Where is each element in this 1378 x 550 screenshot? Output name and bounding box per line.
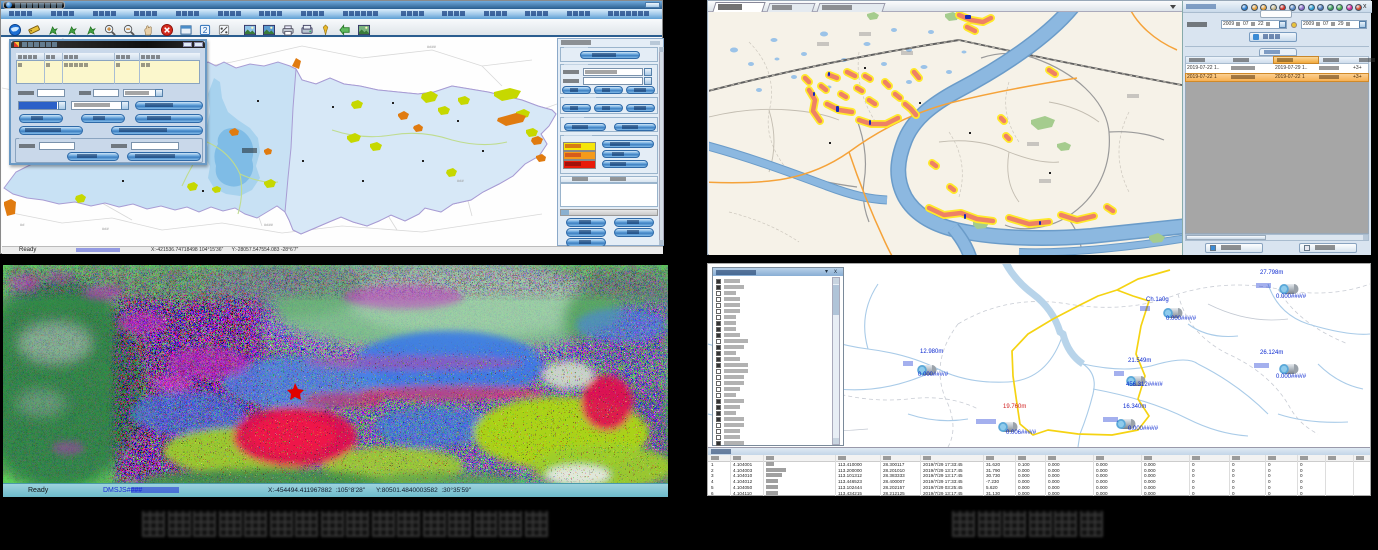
svg-text:####: #### [264, 222, 274, 227]
svg-text:2: 2 [203, 25, 208, 35]
svg-text:##: ## [20, 222, 25, 227]
svg-text:###: ### [102, 226, 109, 231]
svg-text:####: #### [427, 44, 437, 49]
svg-text:###: ### [457, 178, 464, 183]
